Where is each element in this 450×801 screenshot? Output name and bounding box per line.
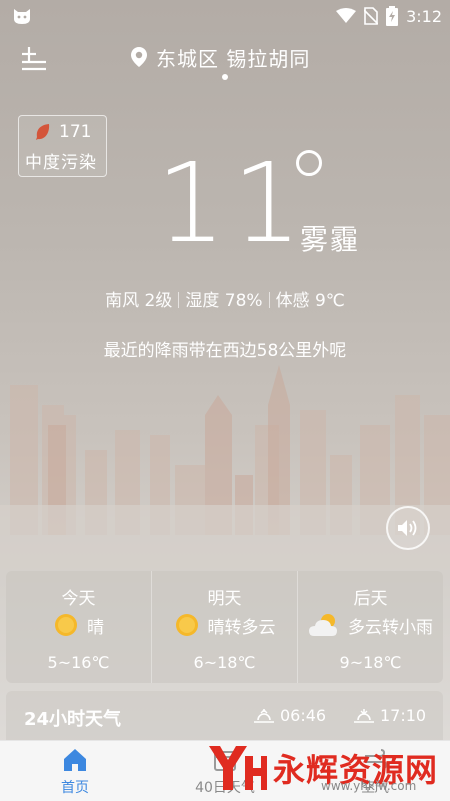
forecast-temp-range: 6~18℃ [193, 653, 256, 672]
tab-label: 首页 [61, 780, 89, 796]
humidity-info: 湿度 78% [185, 291, 263, 311]
aqi-value: 171 [59, 122, 92, 142]
forecast-day[interactable]: 明天 晴转多云 6~18℃ [151, 571, 297, 683]
forecast-day-name: 今天 [61, 589, 96, 609]
watermark: 永辉资源网 www.yhkjw.com [205, 735, 450, 800]
city-skyline-illustration [0, 365, 450, 570]
forecast-weather-row: 晴 [6, 611, 151, 639]
location-selector[interactable]: 东城区 锡拉胡同 [130, 42, 310, 72]
sunset-icon [354, 708, 374, 723]
air-quality-badge[interactable]: 171 中度污染 [18, 115, 107, 177]
weather-details: 南风 2级 湿度 78% 体感 9℃ [0, 286, 450, 311]
forecast-weather: 晴 [87, 617, 104, 638]
sunrise-icon [254, 708, 274, 723]
home-icon [64, 749, 86, 771]
sun-icon [55, 614, 77, 636]
sunrise-time: 06:46 [280, 706, 327, 725]
current-temperature: 11 [156, 139, 308, 267]
location-pin-icon [131, 47, 147, 67]
feels-like-info: 体感 9℃ [275, 291, 345, 311]
forecast-weather: 晴转多云 [207, 617, 276, 638]
forecast-temp-range: 5~16℃ [47, 653, 110, 672]
forecast-day-name: 后天 [353, 589, 388, 609]
voice-broadcast-button[interactable] [386, 506, 430, 550]
watermark-logo-icon [209, 745, 267, 790]
forecast-weather: 多云转小雨 [348, 617, 433, 638]
clock: 3:12 [406, 6, 442, 26]
watermark-url: www.yhkjw.com [321, 779, 417, 793]
degree-symbol [296, 150, 322, 176]
cloud-sun-icon [309, 614, 337, 636]
page-indicator [222, 74, 228, 80]
divider [268, 292, 270, 308]
aqi-level: 中度污染 [25, 153, 97, 173]
sunset-info: 17:10 [354, 706, 426, 725]
add-city-menu-icon[interactable] [20, 46, 48, 74]
forecast-day[interactable]: 后天 多云转小雨 9~18℃ [297, 571, 443, 683]
divider [178, 292, 180, 308]
wind-info: 南风 2级 [105, 291, 173, 311]
app-cat-icon [14, 9, 30, 24]
forecast-weather-row: 多云转小雨 [298, 611, 443, 639]
three-day-forecast: 今天 晴 5~16℃ 明天 晴转多云 6~18℃ 后天 多云转小雨 9~18℃ [6, 571, 443, 683]
sunrise-info: 06:46 [254, 706, 326, 725]
sun-icon [175, 614, 198, 636]
location-name: 东城区 锡拉胡同 [156, 46, 311, 71]
leaf-icon [36, 124, 50, 140]
hourly-title: 24小时天气 [24, 709, 122, 730]
forecast-temp-range: 9~18℃ [339, 653, 402, 672]
wifi-icon [336, 8, 357, 23]
speaker-icon [398, 520, 417, 536]
tab-home[interactable]: 首页 [0, 741, 150, 801]
sunset-time: 17:10 [380, 706, 427, 725]
current-condition: 雾霾 [300, 223, 361, 256]
forecast-day-name: 明天 [207, 589, 242, 609]
status-bar: 3:12 [0, 0, 450, 32]
forecast-weather-row: 晴转多云 [152, 611, 297, 639]
battery-charging-icon [386, 6, 399, 26]
forecast-day[interactable]: 今天 晴 5~16℃ [6, 571, 151, 683]
no-sim-icon [364, 7, 379, 25]
